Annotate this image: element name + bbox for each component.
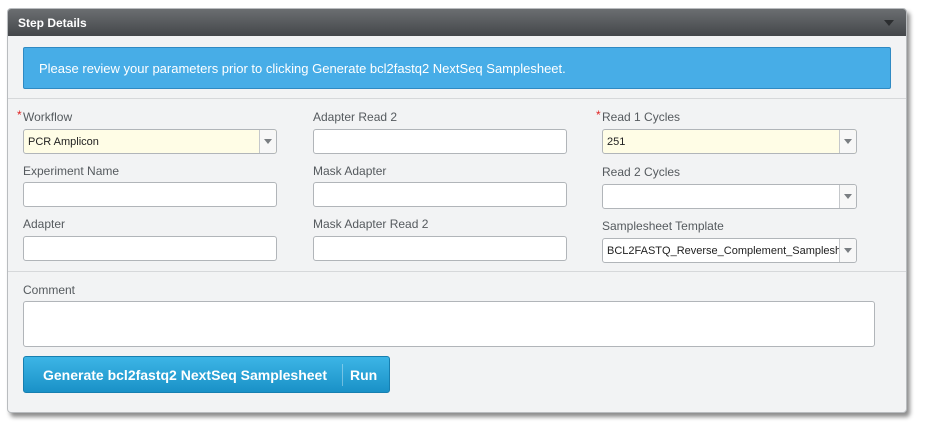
read2-cycles-label: Read 2 Cycles bbox=[602, 165, 681, 179]
read1-cycles-label: Read 1 Cycles bbox=[602, 110, 681, 124]
dropdown-arrow-icon[interactable] bbox=[259, 130, 276, 153]
read2-cycles-select[interactable] bbox=[602, 184, 857, 209]
required-marker: * bbox=[596, 108, 601, 122]
adapter-input[interactable] bbox=[23, 236, 277, 261]
adapter-read2-input[interactable] bbox=[313, 129, 567, 154]
read1-cycles-select[interactable]: 251 bbox=[602, 129, 857, 154]
dropdown-arrow-icon[interactable] bbox=[839, 239, 856, 262]
info-banner: Please review your parameters prior to c… bbox=[23, 47, 891, 89]
experiment-name-label: Experiment Name bbox=[23, 164, 120, 178]
required-marker: * bbox=[17, 108, 22, 122]
samplesheet-template-label: Samplesheet Template bbox=[602, 219, 724, 233]
dropdown-arrow-icon[interactable] bbox=[839, 130, 856, 153]
section-divider bbox=[8, 98, 906, 99]
mask-adapter-read2-label: Mask Adapter Read 2 bbox=[313, 217, 429, 231]
read1-cycles-value: 251 bbox=[607, 136, 626, 148]
workflow-select[interactable]: PCR Amplicon bbox=[23, 129, 277, 154]
comment-label: Comment bbox=[23, 283, 76, 297]
section-divider bbox=[8, 271, 906, 272]
comment-textarea[interactable] bbox=[23, 301, 875, 347]
adapter-label: Adapter bbox=[23, 217, 66, 231]
info-banner-text: Please review your parameters prior to c… bbox=[39, 61, 566, 76]
workflow-label: Workflow bbox=[23, 110, 73, 124]
experiment-name-input[interactable] bbox=[23, 182, 277, 207]
step-details-panel: Step Details Please review your paramete… bbox=[7, 8, 907, 413]
mask-adapter-label: Mask Adapter bbox=[313, 164, 387, 178]
run-button[interactable]: Run bbox=[350, 367, 377, 383]
workflow-value: PCR Amplicon bbox=[28, 136, 99, 148]
panel-header[interactable]: Step Details bbox=[8, 9, 906, 36]
chevron-down-icon[interactable] bbox=[884, 20, 894, 26]
mask-adapter-input[interactable] bbox=[313, 182, 567, 207]
samplesheet-template-value: BCL2FASTQ_Reverse_Complement_Sampleshe bbox=[607, 245, 839, 257]
generate-button-label: Generate bcl2fastq2 NextSeq Samplesheet bbox=[43, 367, 328, 383]
generate-samplesheet-button[interactable]: Generate bcl2fastq2 NextSeq Samplesheet … bbox=[23, 356, 390, 393]
button-separator bbox=[342, 364, 343, 386]
adapter-read2-label: Adapter Read 2 bbox=[313, 110, 398, 124]
mask-adapter-read2-input[interactable] bbox=[313, 236, 567, 261]
samplesheet-template-select[interactable]: BCL2FASTQ_Reverse_Complement_Sampleshe bbox=[602, 238, 857, 263]
panel-title: Step Details bbox=[18, 16, 87, 30]
dropdown-arrow-icon[interactable] bbox=[839, 185, 856, 208]
